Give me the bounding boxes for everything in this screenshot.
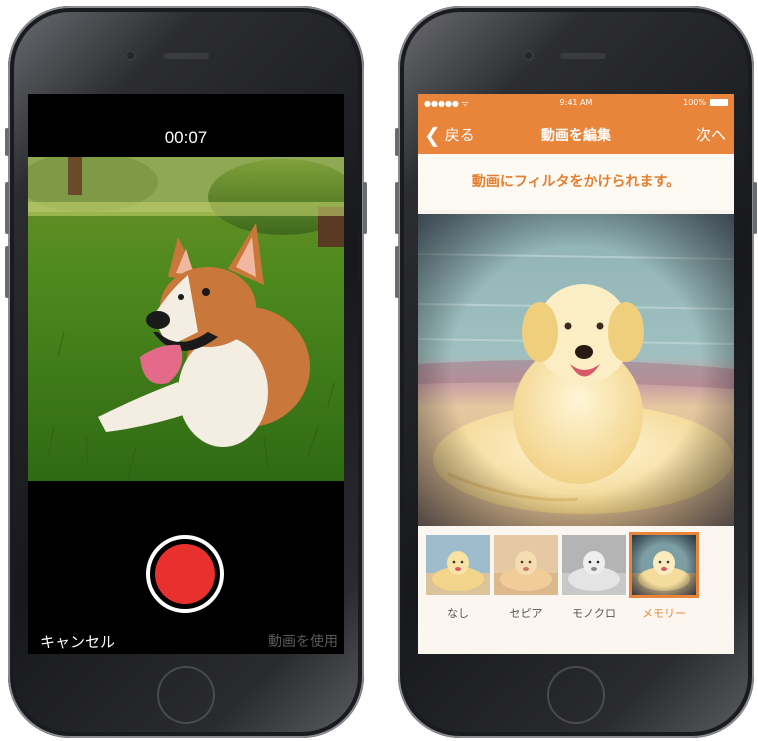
status-bar: ●●●●● ᯤ 9:41 AM 100% [418,94,734,112]
home-button[interactable] [157,666,215,724]
filter-thumb-none[interactable] [426,535,490,595]
mute-switch [5,128,9,156]
power-button [363,182,367,234]
filter-label-mono: モノクロ [572,607,616,620]
filter-picker: なし セピア モノクロ メモリー [418,526,734,654]
recording-timer: 00:07 [164,128,208,147]
retriever-video-preview [418,214,734,526]
front-camera [523,50,534,61]
instruction-text: 動画にフィルタをかけられます。 [418,154,734,210]
volume-up-button [395,182,399,234]
filter-thumb-mono[interactable] [562,535,626,595]
filter-label-none: なし [447,607,469,620]
filter-thumb-memory[interactable] [632,535,696,595]
phone-editor: ●●●●● ᯤ 9:41 AM 100% ❮ 戻る 動画を編集 次へ 動画にフィ… [395,6,757,738]
filter-label-sepia: セピア [509,607,543,620]
volume-down-button [5,246,9,298]
next-button[interactable]: 次へ [696,124,726,145]
home-button[interactable] [547,666,605,724]
volume-up-button [5,182,9,234]
use-video-button[interactable]: 動画を使用 [268,631,338,651]
battery-percent: 100% [683,98,706,107]
phone-camera: 00:07 キャンセル 動画を使用 [5,6,367,738]
record-dot [155,544,215,604]
mute-switch [395,128,399,156]
page-title: 動画を編集 [541,128,611,144]
filter-label-memory: メモリー [642,607,686,620]
volume-down-button [395,246,399,298]
corgi-video-frame [28,157,344,481]
camera-screen: 00:07 キャンセル 動画を使用 [28,94,344,654]
earpiece-speaker [560,53,606,59]
front-camera [125,50,136,61]
filter-thumb-sepia[interactable] [494,535,558,595]
filter-preview-sepia [494,535,558,595]
cancel-button[interactable]: キャンセル [40,631,115,652]
filter-preview-mono [562,535,626,595]
record-button[interactable] [146,535,224,613]
battery-icon [710,99,728,106]
earpiece-speaker [163,53,209,59]
filter-preview-none [426,535,490,595]
navigation-bar: ❮ 戻る 動画を編集 次へ [418,112,734,154]
power-button [753,182,757,234]
edit-screen: ●●●●● ᯤ 9:41 AM 100% ❮ 戻る 動画を編集 次へ 動画にフィ… [418,94,734,654]
filter-preview-memory [632,535,696,595]
